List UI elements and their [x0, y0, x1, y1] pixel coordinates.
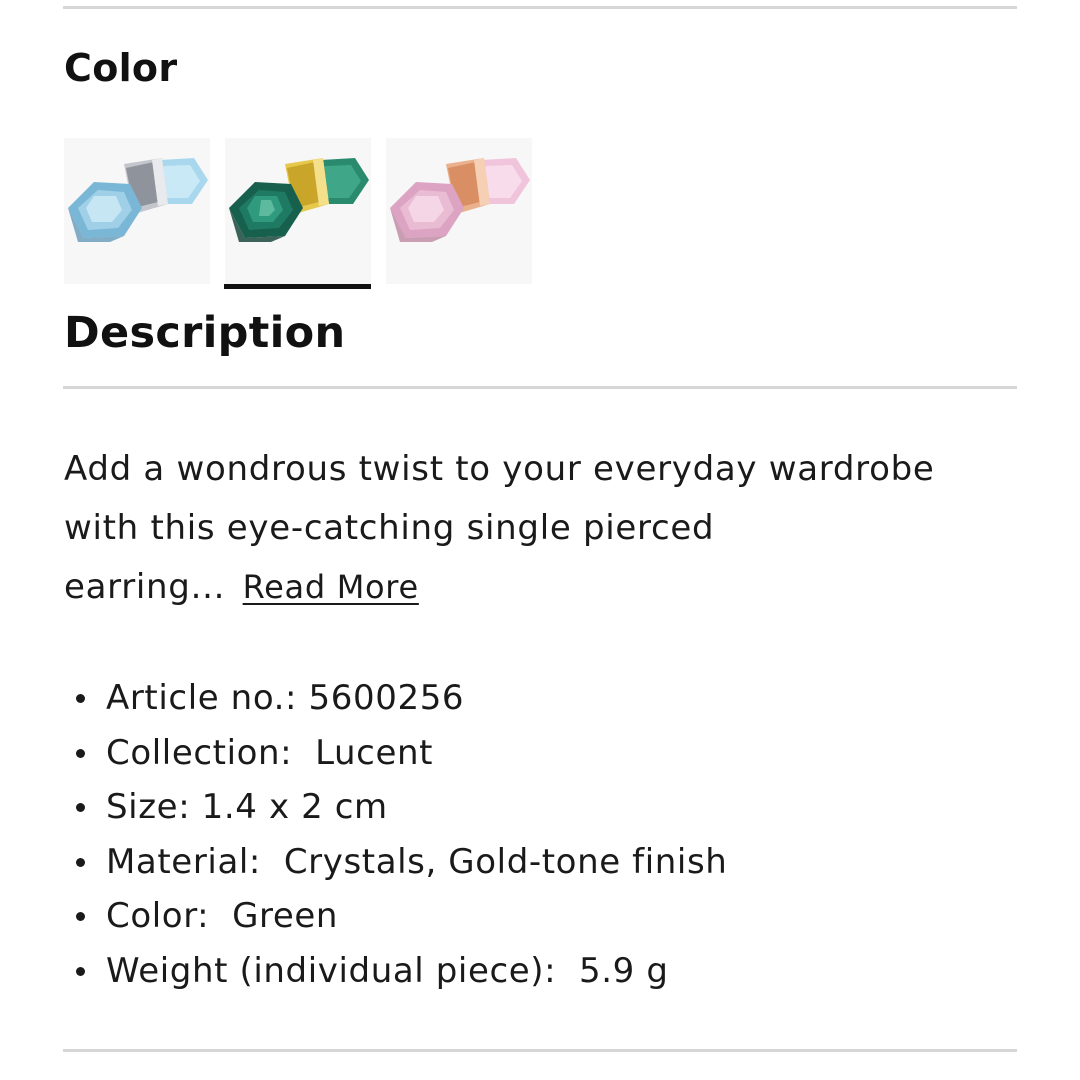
spec-item-collection: Collection: Lucent	[64, 726, 727, 781]
spec-item-article-no: Article no.: 5600256	[64, 658, 727, 730]
spec-value: Lucent	[315, 732, 434, 773]
spec-value: 5.9 g	[579, 950, 669, 991]
spec-item-color: Color: Green	[64, 889, 727, 944]
bullet	[76, 803, 85, 812]
description-line-2: with this eye-catching single pierced	[64, 508, 715, 548]
description-line-3-text: earring...	[64, 567, 226, 607]
selected-swatch-indicator	[224, 284, 371, 289]
bullet	[76, 694, 85, 703]
spec-label: Article no.:	[106, 678, 298, 718]
description-divider	[63, 386, 1017, 389]
spec-label: Material:	[106, 841, 261, 882]
bottom-divider	[63, 1049, 1017, 1052]
spec-value: 1.4 x 2 cm	[201, 787, 388, 827]
color-heading: Color	[64, 46, 178, 90]
article-number-highlight: 5600256	[304, 658, 547, 730]
color-swatch-blue[interactable]	[64, 138, 210, 284]
spec-value: Crystals, Gold-tone finish	[283, 841, 728, 882]
spec-list: Article no.: 5600256 Collection: Lucent …	[64, 658, 727, 999]
spec-value: 5600256	[308, 678, 465, 718]
spec-item-material: Material: Crystals, Gold-tone finish	[64, 835, 727, 890]
earring-pink-image	[386, 138, 532, 284]
description-text: Add a wondrous twist to your everyday wa…	[64, 440, 1034, 617]
bullet	[76, 966, 85, 976]
spec-label: Collection:	[106, 732, 293, 773]
earring-green-image	[225, 138, 371, 284]
earring-blue-image	[64, 138, 210, 284]
spec-label: Color:	[106, 896, 210, 936]
spec-label: Weight (individual piece):	[106, 950, 557, 991]
spec-label: Size:	[106, 787, 191, 827]
spec-item-weight: Weight (individual piece): 5.9 g	[64, 944, 727, 999]
top-divider	[63, 6, 1017, 9]
description-line-3: earring... Read More	[64, 558, 1034, 617]
bullet	[76, 748, 85, 758]
spec-value: Green	[232, 896, 339, 936]
bullet	[76, 857, 85, 867]
description-line-1: Add a wondrous twist to your everyday wa…	[64, 449, 935, 489]
spec-item-size: Size: 1.4 x 2 cm	[64, 780, 727, 835]
bullet	[76, 912, 85, 921]
description-heading: Description	[64, 308, 346, 358]
read-more-link[interactable]: Read More	[243, 568, 419, 606]
color-swatch-pink[interactable]	[386, 138, 532, 284]
color-swatch-green[interactable]	[225, 138, 371, 284]
